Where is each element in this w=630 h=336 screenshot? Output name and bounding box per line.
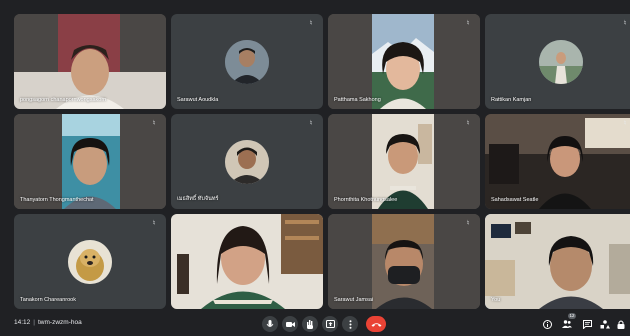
participant-tile[interactable]: ♮ Thanyatorn Thongmanthechat [14, 114, 166, 209]
more-options-button[interactable] [342, 316, 358, 332]
avatar [225, 39, 269, 84]
participant-tile[interactable]: ♮ Sarawut Aoudkla [171, 14, 323, 109]
participant-name: Sarawut Aoudkla [177, 97, 219, 103]
activities-button[interactable] [598, 317, 612, 331]
participant-video [328, 214, 480, 309]
meeting-control-bar: 14:12 | twm-zwzm-hoa 12 [0, 312, 630, 336]
participant-tile[interactable]: ♮ Tanakorn Chareanrook [14, 214, 166, 309]
participant-tile[interactable]: You [485, 214, 630, 309]
participant-video [171, 214, 323, 309]
more-icon [349, 319, 351, 329]
present-button[interactable] [322, 316, 338, 332]
participant-video [328, 114, 480, 209]
participant-name: Phornthita Khotnungsalee [334, 197, 398, 203]
avatar [68, 239, 112, 284]
participant-video [14, 14, 166, 109]
info-icon [542, 319, 552, 329]
participant-name: Tanakorn Chareanrook [20, 297, 76, 303]
leave-call-button[interactable] [366, 316, 386, 332]
meeting-code: twm-zwzm-hoa [37, 319, 82, 326]
participant-name: Sarawut Jamsai [334, 297, 374, 303]
meeting-details-button[interactable] [540, 317, 554, 331]
participant-name: Thanyatorn Thongmanthechat [20, 197, 94, 203]
mic-off-icon: ♮ [623, 120, 627, 127]
mic-off-icon: ♮ [466, 20, 470, 27]
participant-name: You [491, 297, 501, 303]
participant-video [485, 114, 630, 209]
host-controls-button[interactable] [614, 317, 628, 331]
raise-hand-button[interactable] [302, 316, 318, 332]
mic-off-icon: ♮ [152, 220, 156, 227]
participant-tile[interactable]: ♮ Patthama Sakhong [328, 14, 480, 109]
participant-name: Patthama Sakhong [334, 97, 381, 103]
camera-button[interactable] [282, 316, 298, 332]
mic-off-icon: ♮ [623, 20, 627, 27]
participant-tile[interactable]: ♮ Phornthita Khotnungsalee [328, 114, 480, 209]
meeting-time: 14:12 [14, 319, 31, 326]
mic-off-icon: ♮ [152, 120, 156, 127]
participant-name: pongsagorn chanapornwongsakorn [20, 97, 107, 103]
participant-name: Sahadsawat Seatle [491, 197, 539, 203]
participant-video [14, 114, 166, 209]
people-button[interactable]: 12 [560, 313, 576, 331]
people-icon [562, 320, 572, 328]
avatar [539, 39, 583, 84]
participant-video [485, 214, 630, 309]
meeting-info: 14:12 | twm-zwzm-hoa [14, 319, 82, 326]
mic-off-icon: ♮ [466, 120, 470, 127]
lock-icon [617, 320, 625, 329]
people-count-badge: 12 [568, 313, 576, 319]
participant-tile[interactable]: ♮ เมธสิทธิ์ ทับจันทร์ [171, 114, 323, 209]
mic-off-icon: ♮ [309, 20, 313, 27]
mic-off-icon: ♮ [309, 120, 313, 127]
mic-icon [266, 319, 274, 327]
participant-video [328, 14, 480, 109]
camera-icon [285, 321, 295, 327]
participant-tile[interactable]: ♮ Sarawut Jamsai [328, 214, 480, 309]
participant-grid: pongsagorn chanapornwongsakorn ♮ Sarawut… [14, 14, 630, 310]
chat-icon [582, 319, 592, 329]
mic-off-icon: ♮ [466, 220, 470, 227]
present-icon [325, 320, 335, 328]
participant-name: เมธสิทธิ์ ทับจันทร์ [177, 196, 219, 202]
raise-hand-icon [307, 319, 313, 329]
participant-tile[interactable]: ♮ Rattikan Kamjan [485, 14, 630, 109]
participant-tile[interactable] [171, 214, 323, 309]
end-call-icon [371, 322, 381, 327]
participant-name: Rattikan Kamjan [491, 97, 532, 103]
mic-button[interactable] [262, 316, 278, 332]
avatar [225, 139, 269, 184]
chat-button[interactable] [580, 317, 594, 331]
participant-tile[interactable]: ♮ Sahadsawat Seatle [485, 114, 630, 209]
participant-tile[interactable]: pongsagorn chanapornwongsakorn [14, 14, 166, 109]
activities-icon [600, 319, 610, 328]
